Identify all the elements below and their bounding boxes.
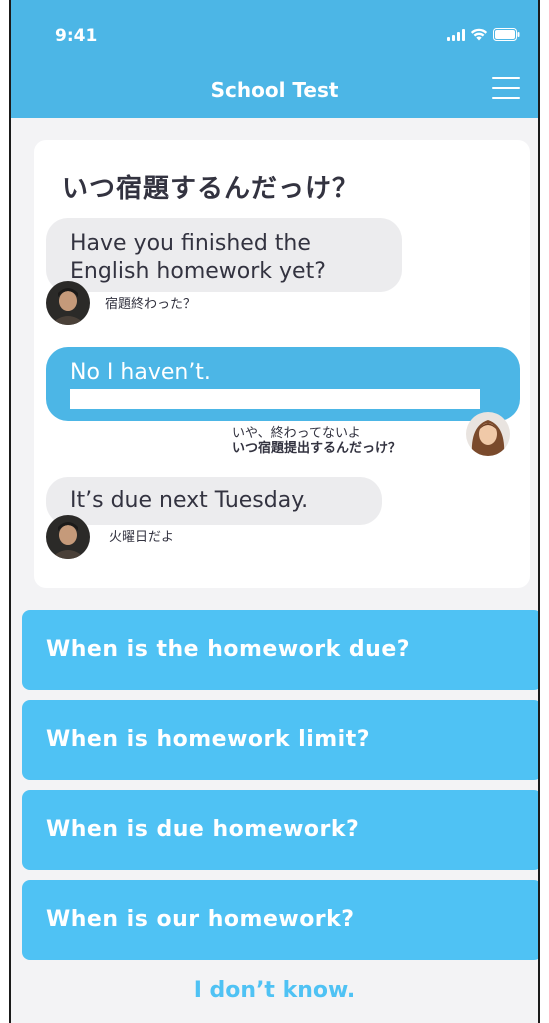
app-header: 9:41 School Test [11, 0, 538, 118]
translation-caption-2: いや、終わってないよ いつ宿題提出するんだっけ？ [232, 426, 401, 456]
avatar-boy [46, 281, 90, 325]
answer-option-2[interactable]: When is homework limit? [22, 700, 538, 780]
message-text-line-2: English homework yet? [70, 259, 326, 284]
translation-caption-3: 火曜日だよ [109, 530, 175, 545]
translation-caption-1: 宿題終わった？ [105, 297, 197, 312]
phone-screen: 9:41 School Test いつ宿題するんだっけ？ Have you fi… [9, 0, 540, 1023]
dont-know-link[interactable]: I don’t know. [11, 978, 538, 1003]
message-bubble-girl: No I haven’t. [46, 347, 520, 421]
conversation-card: いつ宿題するんだっけ？ Have you finished the Englis… [34, 140, 530, 588]
wifi-icon [470, 28, 488, 41]
message-text-line-1: Have you finished the [70, 231, 311, 256]
message-bubble-boy-1: Have you finished the English homework y… [46, 218, 402, 292]
question-title: いつ宿題するんだっけ？ [62, 174, 360, 204]
message-text: It’s due next Tuesday. [70, 488, 309, 513]
status-time: 9:41 [55, 26, 98, 46]
answer-blank [70, 389, 480, 409]
answer-option-4[interactable]: When is our homework? [22, 880, 538, 960]
battery-icon [493, 28, 520, 41]
hamburger-menu-icon[interactable] [492, 77, 520, 99]
answer-option-3[interactable]: When is due homework? [22, 790, 538, 870]
page-title: School Test [210, 78, 339, 102]
signal-icon [447, 28, 465, 41]
translation-caption-2-line-1: いや、終わってないよ [232, 426, 361, 441]
message-text: No I haven’t. [70, 360, 211, 385]
avatar-boy [46, 515, 90, 559]
status-icons [447, 28, 520, 41]
answer-option-1[interactable]: When is the homework due? [22, 610, 538, 690]
translation-caption-2-line-2: いつ宿題提出するんだっけ？ [232, 441, 402, 456]
message-bubble-boy-2: It’s due next Tuesday. [46, 477, 382, 525]
avatar-girl [466, 412, 510, 456]
